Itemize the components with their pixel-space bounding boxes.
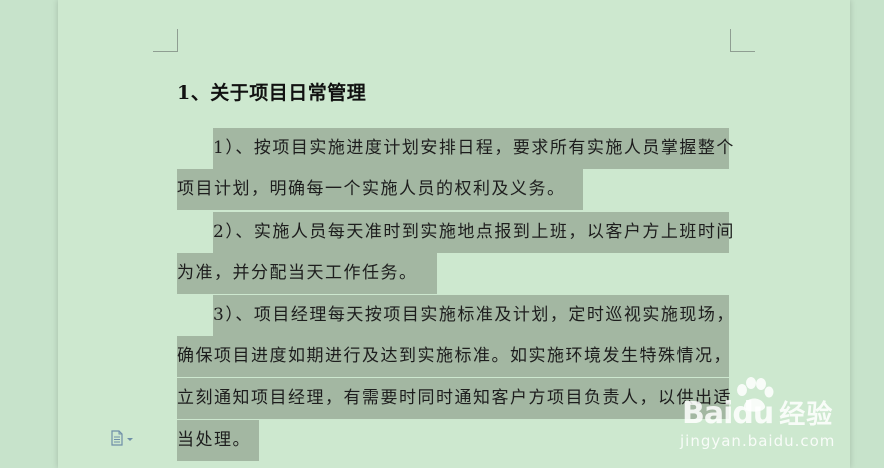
text-line-2[interactable]: 项目计划，明确每一个实施人员的权利及义务。 [177, 169, 583, 210]
text-line-4[interactable]: 为准，并分配当天工作任务。 [177, 253, 437, 294]
document-page: 1、关于项目日常管理 1）、按项目实施进度计划安排日程，要求所有实施人员掌握整个… [58, 0, 850, 468]
margin-corner-top-left [153, 29, 178, 52]
text-line-5[interactable]: 3）、项目经理每天按项目实施标准及计划，定时巡视实施现场， [213, 295, 733, 336]
document-options-icon[interactable] [110, 430, 136, 446]
margin-corner-top-right [730, 29, 755, 52]
text-line-6[interactable]: 确保项目进度如期进行及达到实施标准。如实施环境发生特殊情况， [177, 336, 731, 377]
section-heading[interactable]: 1、关于项目日常管理 [177, 78, 366, 105]
text-line-8[interactable]: 当处理。 [177, 420, 259, 461]
text-line-1[interactable]: 1）、按项目实施进度计划安排日程，要求所有实施人员掌握整个 [213, 128, 733, 169]
text-line-3[interactable]: 2）、实施人员每天准时到实施地点报到上班，以客户方上班时间 [213, 212, 733, 253]
text-line-7[interactable]: 立刻通知项目经理，有需要时同时通知客户方项目负责人，以供出适 [177, 378, 731, 419]
